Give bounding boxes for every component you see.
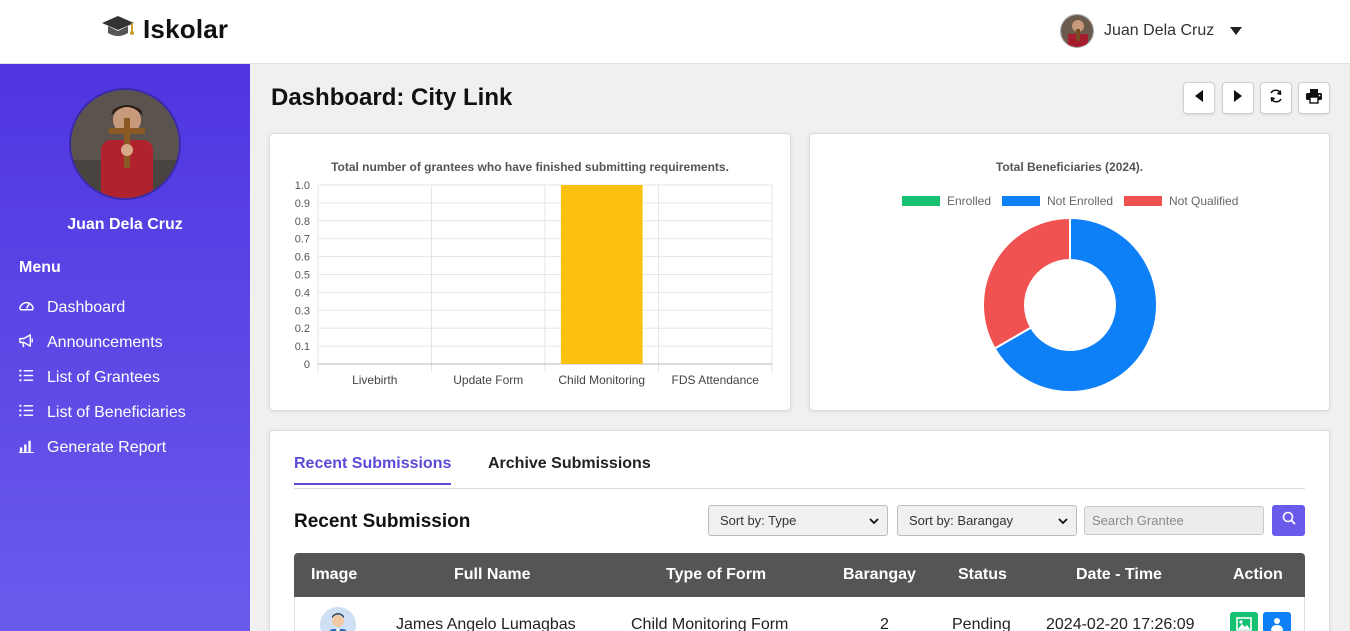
user-icon bbox=[1270, 617, 1284, 631]
user-name: Juan Dela Cruz bbox=[1104, 22, 1215, 39]
cell-form-type: Child Monitoring Form bbox=[631, 616, 789, 631]
search-button[interactable] bbox=[1272, 505, 1305, 536]
list-icon bbox=[18, 367, 35, 389]
avatar bbox=[1060, 14, 1094, 48]
column-header-full-name: Full Name bbox=[454, 566, 531, 583]
sidebar-item-dashboard[interactable]: Dashboard bbox=[18, 290, 186, 325]
section-title: Recent Submission bbox=[294, 511, 471, 532]
submissions-card: Recent Submissions Archive Submissions R… bbox=[269, 430, 1330, 631]
x-tick-label: Livebirth bbox=[352, 373, 397, 387]
previous-button[interactable] bbox=[1183, 82, 1215, 114]
sort-barangay-select[interactable]: Sort by: Barangay bbox=[897, 505, 1077, 536]
y-tick-label: 0.4 bbox=[295, 287, 310, 299]
y-tick-label: 0.6 bbox=[295, 252, 310, 264]
print-button[interactable] bbox=[1298, 82, 1330, 114]
chevron-down-icon bbox=[869, 513, 879, 528]
table-row: James Angelo Lumagbas Child Monitoring F… bbox=[294, 597, 1305, 631]
beneficiaries-chart-card: Total Beneficiaries (2024). Enrolled Not … bbox=[809, 133, 1330, 411]
legend-swatch bbox=[1124, 196, 1162, 206]
legend-label: Not Qualified bbox=[1169, 194, 1238, 208]
sidebar-menu: Dashboard Announcements List of Grantees… bbox=[18, 290, 186, 465]
bar bbox=[560, 185, 643, 364]
cell-full-name: James Angelo Lumagbas bbox=[396, 616, 576, 631]
legend-swatch bbox=[902, 196, 940, 206]
tab-archive-submissions[interactable]: Archive Submissions bbox=[488, 455, 651, 483]
sidebar-item-label: List of Beneficiaries bbox=[47, 403, 186, 421]
legend-label: Enrolled bbox=[947, 194, 991, 208]
y-tick-label: 0.7 bbox=[295, 234, 310, 246]
legend-label: Not Enrolled bbox=[1047, 194, 1113, 208]
megaphone-icon bbox=[18, 332, 35, 354]
brand[interactable]: Iskolar bbox=[101, 14, 228, 45]
sidebar-item-label: List of Grantees bbox=[47, 368, 160, 386]
x-tick-label: Child Monitoring bbox=[558, 373, 645, 387]
view-image-button[interactable] bbox=[1230, 612, 1258, 631]
image-icon bbox=[1236, 616, 1252, 631]
sidebar-item-label: Generate Report bbox=[47, 438, 167, 456]
y-tick-label: 0.5 bbox=[295, 270, 310, 282]
sidebar-item-list-of-grantees[interactable]: List of Grantees bbox=[18, 360, 186, 395]
gauge-icon bbox=[18, 297, 35, 319]
bar-chart-icon bbox=[18, 437, 35, 459]
search-grantee-input[interactable] bbox=[1084, 506, 1264, 535]
y-tick-label: 0.1 bbox=[295, 341, 310, 353]
menu-title: Menu bbox=[19, 259, 61, 276]
sidebar-item-announcements[interactable]: Announcements bbox=[18, 325, 186, 360]
column-header-type-of-form: Type of Form bbox=[666, 566, 767, 583]
column-header-date-time: Date - Time bbox=[1076, 566, 1162, 583]
sidebar-item-list-of-beneficiaries[interactable]: List of Beneficiaries bbox=[18, 395, 186, 430]
grantee-avatar bbox=[320, 607, 356, 631]
next-button[interactable] bbox=[1222, 82, 1254, 114]
view-profile-button[interactable] bbox=[1263, 612, 1291, 631]
top-bar: Iskolar Juan Dela Cruz bbox=[0, 0, 1350, 64]
table-header: Image Full Name Type of Form Barangay St… bbox=[294, 553, 1305, 597]
requirements-chart-card: Total number of grantees who have finish… bbox=[269, 133, 791, 411]
page-title: Dashboard: City Link bbox=[271, 84, 513, 111]
prev-icon bbox=[1193, 89, 1205, 108]
cell-status: Pending bbox=[952, 616, 1011, 631]
sidebar-item-label: Dashboard bbox=[47, 298, 126, 316]
sort-type-select[interactable]: Sort by: Type bbox=[708, 505, 888, 536]
user-menu[interactable]: Juan Dela Cruz bbox=[1060, 14, 1243, 48]
y-tick-label: 0 bbox=[304, 359, 310, 371]
cell-barangay: 2 bbox=[880, 616, 889, 631]
caret-down-icon bbox=[1230, 27, 1243, 35]
doughnut-slice bbox=[982, 216, 1071, 350]
sidebar-item-label: Announcements bbox=[47, 333, 163, 351]
sidebar: Juan Dela Cruz Menu Dashboard Announceme… bbox=[0, 64, 250, 631]
y-tick-label: 1.0 bbox=[295, 180, 310, 192]
select-value: Sort by: Barangay bbox=[909, 513, 1014, 528]
x-tick-label: FDS Attendance bbox=[672, 373, 760, 387]
legend-swatch bbox=[1002, 196, 1040, 206]
print-icon bbox=[1305, 88, 1323, 109]
sidebar-item-generate-report[interactable]: Generate Report bbox=[18, 430, 186, 465]
column-header-barangay: Barangay bbox=[843, 566, 916, 583]
submission-tabs: Recent Submissions Archive Submissions bbox=[294, 447, 1305, 489]
doughnut-chart: Enrolled Not Enrolled Not Qualified bbox=[902, 194, 1238, 393]
tab-recent-submissions[interactable]: Recent Submissions bbox=[294, 455, 452, 485]
x-tick-label: Update Form bbox=[453, 373, 523, 387]
next-icon bbox=[1232, 89, 1244, 108]
list-icon bbox=[18, 402, 35, 424]
y-tick-label: 0.2 bbox=[295, 323, 310, 335]
brand-name: Iskolar bbox=[143, 14, 229, 44]
select-value: Sort by: Type bbox=[720, 513, 797, 528]
refresh-icon bbox=[1268, 88, 1284, 109]
search-icon bbox=[1282, 511, 1296, 530]
cell-date-time: 2024-02-20 17:26:09 bbox=[1046, 616, 1195, 631]
y-tick-label: 0.8 bbox=[295, 216, 310, 228]
column-header-status: Status bbox=[958, 566, 1007, 583]
graduation-cap-icon bbox=[101, 14, 135, 45]
bar-chart: 1.0 0.9 0.8 0.7 0.6 0.5 0.4 0.3 0.2 0.1 0 Livebirth… bbox=[295, 180, 773, 387]
profile-name: Juan Dela Cruz bbox=[67, 216, 183, 233]
profile-avatar bbox=[69, 88, 181, 200]
refresh-button[interactable] bbox=[1260, 82, 1292, 114]
y-tick-label: 0.9 bbox=[295, 198, 310, 210]
y-tick-label: 0.3 bbox=[295, 305, 310, 317]
chevron-down-icon bbox=[1058, 513, 1068, 528]
column-header-image: Image bbox=[311, 566, 358, 583]
column-header-action: Action bbox=[1233, 566, 1283, 583]
